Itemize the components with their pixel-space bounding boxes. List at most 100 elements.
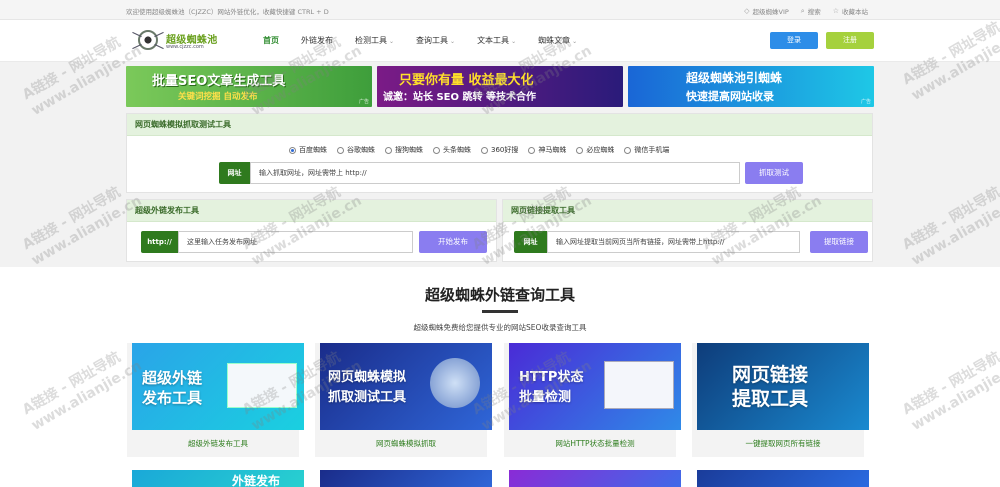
nav-check-tools[interactable]: 检测工具 ⌄	[355, 20, 394, 62]
spider-option-label: 神马蜘蛛	[538, 146, 567, 154]
card-spider-graphic	[430, 358, 480, 408]
nav-text-tools[interactable]: 文本工具 ⌄	[477, 20, 516, 62]
card-image-text: HTTP状态 批量检测	[519, 370, 584, 405]
card-image: 网页链接 提取工具	[697, 343, 869, 430]
url-tag: 网址	[219, 162, 250, 184]
chevron-down-icon: ⌄	[450, 38, 456, 45]
spider-url-input[interactable]: 输入抓取网址，网址需带上 http://	[250, 162, 740, 184]
card-caption: 网站HTTP状态批量检测	[555, 439, 635, 448]
site-header: 超级蜘蛛池 www.cjzzc.com 首页 外链发布 检测工具 ⌄ 查询工具 ⌄ …	[0, 20, 1000, 62]
card-screenshot-graphic	[227, 363, 297, 408]
nav-label: 蜘蛛文章	[538, 36, 571, 45]
radio-icon[interactable]	[576, 146, 584, 154]
http-tag: http://	[141, 231, 178, 253]
card-caption: 一键提取网页所有链接	[745, 439, 821, 448]
radio-icon[interactable]	[289, 146, 296, 154]
spider-options: 百度蜘蛛 谷歌蜘蛛 搜狗蜘蛛 头条蜘蛛 360好搜 神马蜘蛛 必应蜘蛛 微信手机端	[289, 145, 669, 155]
banner-title: 超级蜘蛛池引蜘蛛	[686, 71, 783, 85]
spider-option[interactable]: 360好搜	[481, 145, 518, 155]
spider-option[interactable]: 谷歌蜘蛛	[337, 145, 375, 155]
crawl-test-button[interactable]: 抓取测试	[745, 162, 803, 184]
spider-option-label: 百度蜘蛛	[299, 146, 327, 154]
spider-option-label: 必应蜘蛛	[586, 146, 615, 154]
radio-icon[interactable]	[385, 146, 392, 154]
nav-home[interactable]: 首页	[263, 20, 279, 62]
star-icon: ☆	[832, 7, 839, 15]
card-image: 网页蜘蛛模拟 抓取测试工具	[320, 343, 492, 430]
tool-card[interactable]: 超级外链 发布工具 超级外链发布工具	[127, 343, 304, 457]
spider-logo-icon	[138, 30, 158, 50]
card-screenshot-graphic	[604, 361, 674, 409]
radio-icon[interactable]	[528, 146, 536, 154]
tool-card-partial[interactable]	[697, 470, 869, 487]
banner-title: 批量SEO文章生成工具	[152, 74, 286, 89]
banner-seo-article-tool[interactable]: 批量SEO文章生成工具 关键词挖掘 自动发布 广告	[126, 66, 372, 107]
vip-link[interactable]: ◇ 超级蜘蛛VIP	[744, 6, 789, 16]
bookmark-label: 收藏本站	[842, 8, 868, 16]
chevron-down-icon: ⌄	[511, 38, 517, 45]
tool-card[interactable]: HTTP状态 批量检测 网站HTTP状态批量检测	[504, 343, 681, 457]
chevron-down-icon: ⌄	[572, 38, 578, 45]
tool-card-partial[interactable]: 外链发布	[132, 470, 304, 487]
login-button[interactable]: 登录	[770, 32, 818, 49]
welcome-text: 欢迎使用超级蜘蛛池（CJZZC）网站外链优化，收藏快捷键 CTRL + D	[126, 8, 329, 16]
watermark-text: A链接 - 网址导航 www.alianjie.cn	[899, 184, 1000, 269]
tool-card[interactable]: 网页链接 提取工具 一键提取网页所有链接	[692, 343, 869, 457]
banner-title: 只要你有量 收益最大化	[399, 73, 534, 88]
spider-option[interactable]: 神马蜘蛛	[528, 145, 566, 155]
nav-label: 检测工具	[355, 36, 387, 45]
nav-label: 文本工具	[477, 36, 510, 45]
tool-card-partial[interactable]	[509, 470, 681, 487]
vip-label: 超级蜘蛛VIP	[752, 8, 789, 16]
radio-icon[interactable]	[433, 146, 440, 154]
spider-option[interactable]: 搜狗蜘蛛	[385, 145, 423, 155]
ad-label: 广告	[358, 99, 369, 105]
spider-option[interactable]: 必应蜘蛛	[576, 145, 614, 155]
spider-option-label: 头条蜘蛛	[443, 146, 471, 154]
nav-label: 外链发布	[301, 36, 333, 45]
banner-subtitle: 诚邀：站长 SEO 跳转 等技术合作	[383, 92, 536, 103]
search-label: 搜索	[807, 8, 821, 16]
card-image-text: 网页蜘蛛模拟 抓取测试工具	[328, 370, 407, 405]
bookmark-link[interactable]: ☆ 收藏本站	[833, 6, 868, 16]
card-image-text: 超级外链 发布工具	[142, 369, 203, 407]
spider-option-label: 360好搜	[491, 146, 519, 154]
main-nav: 首页 外链发布 检测工具 ⌄ 查询工具 ⌄ 文本工具 ⌄ 蜘蛛文章 ⌄	[263, 20, 599, 62]
chevron-down-icon: ⌄	[389, 38, 395, 45]
nav-label: 首页	[263, 36, 279, 45]
register-button[interactable]: 注册	[826, 32, 874, 49]
banner-cooperation[interactable]: 只要你有量 收益最大化 诚邀：站长 SEO 跳转 等技术合作	[377, 66, 623, 107]
spider-option[interactable]: 微信手机端	[624, 145, 669, 155]
tool-card-partial[interactable]	[320, 470, 492, 487]
ad-label: 广告	[860, 99, 871, 105]
extract-url-input[interactable]: 输入网址提取当前网页当所有链接，网址需带上http://	[547, 231, 800, 253]
banner-spider-pool[interactable]: 超级蜘蛛池引蜘蛛 快速提高网站收录 广告	[628, 66, 874, 107]
extract-links-button[interactable]: 提取链接	[810, 231, 868, 253]
tool-card[interactable]: 网页蜘蛛模拟 抓取测试工具 网页蜘蛛模拟抓取	[315, 343, 492, 457]
spider-option[interactable]: 百度蜘蛛	[289, 145, 327, 155]
spider-option[interactable]: 头条蜘蛛	[433, 145, 471, 155]
radio-icon[interactable]	[481, 146, 488, 154]
card-image: 超级外链 发布工具	[132, 343, 304, 430]
start-publish-button[interactable]: 开始发布	[419, 231, 487, 253]
nav-query-tools[interactable]: 查询工具 ⌄	[416, 20, 455, 62]
nav-spider-articles[interactable]: 蜘蛛文章 ⌄	[538, 20, 577, 62]
publish-url-input[interactable]: 这里输入任务发布网址	[178, 231, 413, 253]
spider-option-label: 谷歌蜘蛛	[347, 146, 375, 154]
search-link[interactable]: ⌕ 搜索	[800, 6, 821, 17]
radio-icon[interactable]	[624, 146, 632, 154]
nav-link-publish[interactable]: 外链发布	[301, 20, 333, 62]
section-subtitle: 超级蜘蛛免费给您提供专业的网站SEO收录查询工具	[413, 323, 587, 332]
nav-label: 查询工具	[416, 36, 449, 45]
url-tag: 网址	[514, 231, 547, 253]
search-icon: ⌕	[800, 6, 805, 15]
radio-icon[interactable]	[337, 146, 344, 154]
section-divider	[482, 310, 518, 313]
banner-subtitle: 快速提高网站收录	[686, 90, 774, 103]
banner-subtitle: 关键词挖掘 自动发布	[178, 92, 258, 102]
spider-option-label: 搜狗蜘蛛	[395, 146, 423, 154]
vip-diamond-icon: ◇	[744, 7, 750, 15]
card-image-text: 网页链接 提取工具	[732, 364, 809, 410]
spider-leg	[154, 43, 164, 50]
site-logo[interactable]: 超级蜘蛛池 www.cjzzc.com	[130, 26, 230, 56]
